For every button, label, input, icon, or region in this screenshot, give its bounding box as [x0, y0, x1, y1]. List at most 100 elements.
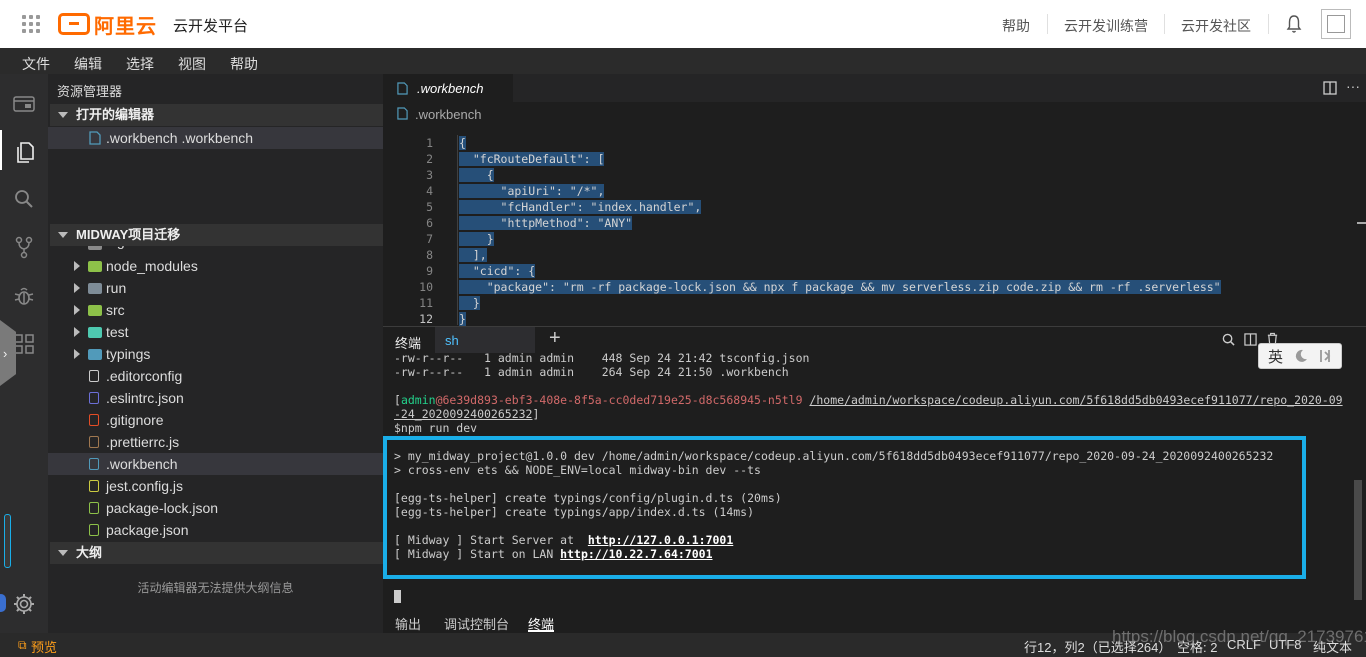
- tree-item-label: .editorconfig: [106, 368, 183, 384]
- aliyun-logo[interactable]: 阿里云: [58, 10, 157, 38]
- tree-item[interactable]: node_modules: [48, 255, 383, 277]
- training-link[interactable]: 云开发训练营: [1064, 16, 1148, 36]
- menu-view[interactable]: 视图: [178, 54, 206, 74]
- prompt-host: @6e39d893-ebf3-408e-8f5a-cc0ded719e25-d8…: [435, 393, 803, 407]
- tree-item[interactable]: .prettierrc.js: [48, 431, 383, 453]
- tree-item[interactable]: .eslintrc.json: [48, 387, 383, 409]
- tree-item[interactable]: .editorconfig: [48, 365, 383, 387]
- help-link[interactable]: 帮助: [1002, 16, 1030, 36]
- tree-item-label: logs: [106, 246, 132, 249]
- tree-item[interactable]: test: [48, 321, 383, 343]
- tree-item-label: .gitignore: [106, 412, 164, 428]
- code-text: {: [459, 168, 494, 182]
- prompt-path[interactable]: /home/admin/workspace/codeup.aliyun.com/…: [809, 393, 1342, 407]
- open-editor-item[interactable]: .workbench .workbench: [48, 127, 383, 149]
- project-header[interactable]: MIDWAY项目迁移: [50, 224, 383, 246]
- debug-icon[interactable]: [12, 284, 36, 308]
- file-icon: [89, 131, 101, 145]
- preview-icon: ⧉: [18, 638, 27, 652]
- editor-scrollbar[interactable]: [1357, 126, 1366, 326]
- terminal-prompt: [admin@6e39d893-ebf3-408e-8f5a-cc0ded719…: [394, 393, 1343, 407]
- tree-partial-row: logs: [48, 246, 383, 254]
- more-actions-icon[interactable]: ···: [1346, 78, 1360, 94]
- editor-tab-bar: [383, 74, 1366, 102]
- bell-icon[interactable]: [1286, 14, 1302, 34]
- code-text: }: [459, 232, 494, 246]
- tree-item[interactable]: src: [48, 299, 383, 321]
- code-text: "fcRouteDefault": [: [459, 152, 605, 166]
- chevron-right-icon: ›: [3, 346, 8, 361]
- tree-item[interactable]: jest.config.js: [48, 475, 383, 497]
- tree-item-label: .prettierrc.js: [106, 434, 180, 450]
- open-editors-header[interactable]: 打开的编辑器: [50, 104, 383, 126]
- avatar[interactable]: [1321, 9, 1351, 39]
- code-line: "apiUri": "/*",: [459, 184, 605, 198]
- terminal-scrollbar[interactable]: [1354, 480, 1362, 600]
- code-line: }: [459, 232, 494, 246]
- tree-item[interactable]: .gitignore: [48, 409, 383, 431]
- tree-item-label: test: [106, 324, 129, 340]
- tree-item[interactable]: .workbench: [48, 453, 383, 475]
- tree-item-label: src: [106, 302, 125, 318]
- source-control-icon[interactable]: [12, 235, 36, 259]
- floating-badge[interactable]: [0, 594, 6, 612]
- community-link[interactable]: 云开发社区: [1181, 16, 1251, 36]
- preview-button[interactable]: 预览: [31, 637, 57, 656]
- file-icon: [89, 480, 99, 492]
- split-terminal-icon[interactable]: [1244, 333, 1257, 346]
- tab-debug-console[interactable]: 调试控制台: [444, 614, 509, 633]
- code-text: "package": "rm -rf package-lock.json && …: [459, 280, 1221, 294]
- chevron-right-icon: [74, 349, 80, 359]
- ime-toolbar[interactable]: 英: [1258, 343, 1342, 369]
- menu-file[interactable]: 文件: [22, 54, 50, 74]
- code-text: }: [459, 312, 466, 326]
- split-editor-icon[interactable]: [1323, 81, 1337, 95]
- outline-header[interactable]: 大纲: [50, 542, 383, 564]
- active-tab-underline: [528, 630, 554, 632]
- indent-guide: [457, 135, 458, 325]
- terminal-line: -rw-r--r-- 1 admin admin 448 Sep 24 21:4…: [394, 351, 810, 365]
- line-number: 3: [426, 168, 433, 182]
- platform-title: 云开发平台: [173, 18, 249, 35]
- menu-help[interactable]: 帮助: [230, 54, 258, 74]
- terminal-tab[interactable]: sh: [435, 327, 535, 353]
- app-grid-icon[interactable]: [22, 15, 40, 33]
- search-icon[interactable]: [12, 187, 36, 211]
- menu-select[interactable]: 选择: [126, 54, 154, 74]
- tree-item-label: .workbench: [106, 456, 178, 472]
- code-line: }: [459, 312, 466, 326]
- gear-icon[interactable]: [12, 592, 36, 616]
- terminal-tab-label: sh: [445, 333, 459, 348]
- new-terminal-icon[interactable]: +: [549, 327, 561, 350]
- explorer-icon[interactable]: [12, 140, 36, 164]
- code-line: "httpMethod": "ANY": [459, 216, 633, 230]
- tree-item-label: node_modules: [106, 258, 198, 274]
- breadcrumb-item[interactable]: .workbench: [415, 107, 481, 122]
- tree-item[interactable]: package.json: [48, 519, 383, 541]
- editor-tab[interactable]: .workbench: [383, 74, 513, 102]
- prompt-path-cont[interactable]: -24_2020092400265232: [394, 407, 532, 421]
- line-number: 1: [426, 136, 433, 150]
- code-line: "cicd": {: [459, 264, 536, 278]
- line-number: 12: [419, 312, 433, 326]
- search-icon[interactable]: [1222, 333, 1235, 346]
- tree-item[interactable]: package-lock.json: [48, 497, 383, 519]
- section-label: MIDWAY项目迁移: [76, 227, 181, 242]
- editor-tab-label: .workbench: [417, 81, 484, 96]
- tree-item[interactable]: typings: [48, 343, 383, 365]
- tree-item[interactable]: run: [48, 277, 383, 299]
- tab-output[interactable]: 输出: [395, 614, 421, 633]
- chevron-down-icon: [58, 232, 68, 238]
- file-icon: [89, 524, 99, 536]
- menu-edit[interactable]: 编辑: [74, 54, 102, 74]
- code-line: "fcHandler": "index.handler",: [459, 200, 702, 214]
- code-text: ],: [459, 248, 487, 262]
- prompt-user: admin: [400, 393, 436, 407]
- code-text: "cicd": {: [459, 264, 536, 278]
- aliyun-logo-icon: [58, 13, 90, 35]
- workbench-icon[interactable]: [12, 92, 36, 116]
- line-number: 2: [426, 152, 433, 166]
- line-number: 11: [419, 296, 433, 310]
- folder-icon: [88, 327, 102, 338]
- divider: [1047, 14, 1048, 34]
